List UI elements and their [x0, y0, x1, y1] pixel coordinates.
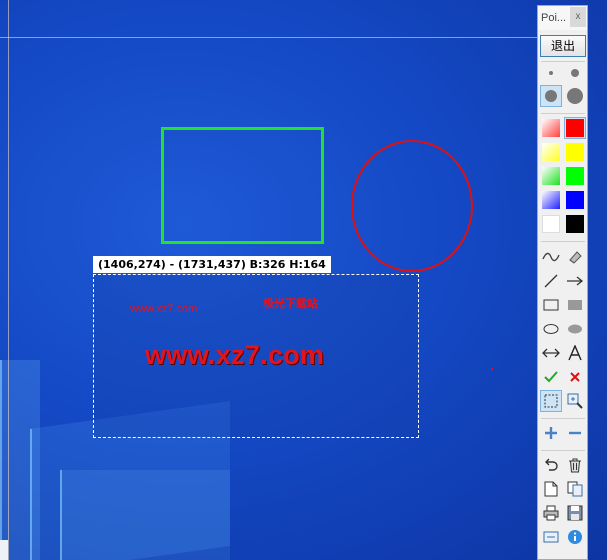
drawn-rectangle[interactable]: [161, 127, 324, 244]
cross-icon[interactable]: [564, 366, 586, 388]
new-page-icon[interactable]: [540, 478, 562, 500]
color-red-icon[interactable]: [564, 117, 586, 139]
arrow-icon[interactable]: [564, 270, 586, 292]
color-light-yellow-icon[interactable]: [540, 141, 562, 163]
color-light-red-icon[interactable]: [540, 117, 562, 139]
color-black-icon[interactable]: [564, 213, 586, 235]
crosshair-vertical-line: [8, 0, 9, 560]
filled-rectangle-icon[interactable]: [564, 294, 586, 316]
exit-button[interactable]: 退出: [540, 35, 586, 57]
line-icon[interactable]: [540, 270, 562, 292]
color-light-green-icon[interactable]: [540, 165, 562, 187]
point-toolbar-window: Poi... x 退出: [537, 5, 588, 560]
eraser-icon[interactable]: [564, 246, 586, 268]
crosshair-horizontal-line: [0, 37, 540, 38]
print-icon[interactable]: [540, 502, 562, 524]
info-icon[interactable]: [564, 526, 586, 548]
pen-size-xlarge-icon[interactable]: [564, 85, 586, 107]
wallpaper-window-pane: [60, 470, 230, 560]
plus-icon[interactable]: [540, 422, 562, 444]
undo-icon[interactable]: [540, 454, 562, 476]
ellipse-icon[interactable]: [540, 318, 562, 340]
toolbar-divider: [541, 241, 585, 242]
minus-icon[interactable]: [564, 422, 586, 444]
toolbar-title-bar[interactable]: Poi... x: [538, 6, 587, 30]
drawn-ellipse[interactable]: [351, 140, 473, 272]
select-icon[interactable]: [540, 390, 562, 412]
color-green-icon[interactable]: [564, 165, 586, 187]
double-arrow-icon[interactable]: [540, 342, 562, 364]
watermark-small-text: www.xz7.com: [130, 303, 198, 315]
drawn-dot: [491, 368, 493, 370]
taskbar-edge: [0, 540, 8, 560]
pen-size-large-icon[interactable]: [540, 85, 562, 107]
selection-coordinates-label: (1406,274) - (1731,437) B:326 H:164: [93, 256, 331, 273]
close-button[interactable]: x: [570, 7, 586, 27]
toolbar-divider: [541, 418, 585, 419]
rectangle-icon[interactable]: [540, 294, 562, 316]
save-icon[interactable]: [564, 502, 586, 524]
watermark-chinese-text: 极光下载站: [263, 298, 318, 310]
desktop-background: (1406,274) - (1731,437) B:326 H:164 www.…: [0, 0, 607, 560]
toolbar-divider: [541, 113, 585, 114]
zoom-icon[interactable]: [564, 390, 586, 412]
text-icon[interactable]: [564, 342, 586, 364]
color-white-icon[interactable]: [540, 213, 562, 235]
settings-icon[interactable]: [540, 526, 562, 548]
watermark-large-text: www.xz7.com: [145, 340, 325, 370]
trash-icon[interactable]: [564, 454, 586, 476]
toolbar-title: Poi...: [541, 12, 567, 24]
filled-ellipse-icon[interactable]: [564, 318, 586, 340]
copy-icon[interactable]: [564, 478, 586, 500]
freehand-icon[interactable]: [540, 246, 562, 268]
color-blue-icon[interactable]: [564, 189, 586, 211]
pen-size-small-icon[interactable]: [540, 62, 562, 84]
toolbar-divider: [541, 450, 585, 451]
color-light-blue-icon[interactable]: [540, 189, 562, 211]
pen-size-medium-icon[interactable]: [564, 62, 586, 84]
color-yellow-icon[interactable]: [564, 141, 586, 163]
checkmark-icon[interactable]: [540, 366, 562, 388]
